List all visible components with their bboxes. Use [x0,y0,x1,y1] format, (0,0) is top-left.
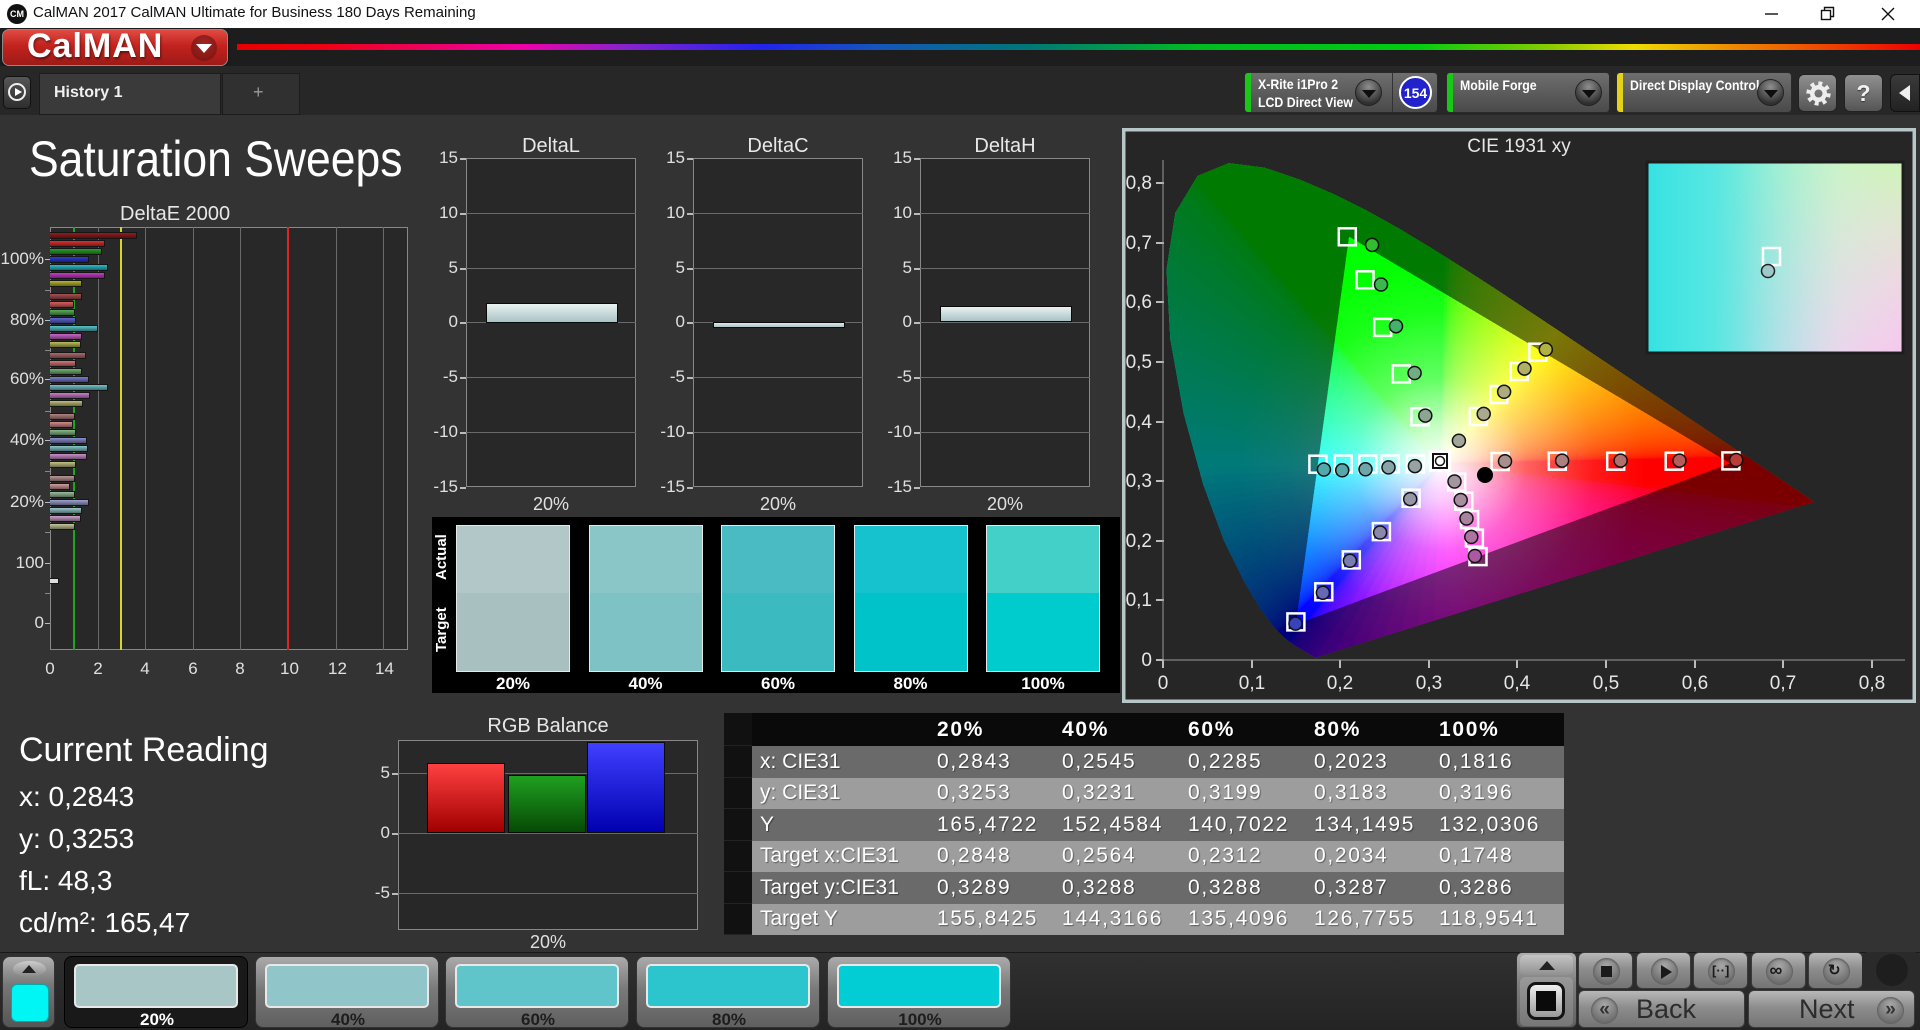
svg-text:0,3: 0,3 [1416,673,1442,694]
svg-text:0: 0 [1158,673,1169,694]
svg-text:0,7: 0,7 [1770,673,1796,694]
svg-text:0,8: 0,8 [1126,173,1152,194]
svg-text:0: 0 [1141,650,1152,671]
svg-text:0,6: 0,6 [1126,292,1152,313]
svg-text:0,7: 0,7 [1126,233,1152,254]
svg-text:0,5: 0,5 [1126,352,1152,373]
svg-text:0,8: 0,8 [1859,673,1885,694]
svg-text:0,6: 0,6 [1682,673,1708,694]
svg-text:CIE 1931 xy: CIE 1931 xy [1467,136,1571,157]
svg-text:0,1: 0,1 [1126,590,1152,611]
svg-text:0,2: 0,2 [1126,531,1152,552]
svg-text:0,3: 0,3 [1126,471,1152,492]
svg-text:0,2: 0,2 [1327,673,1353,694]
svg-text:0,4: 0,4 [1504,673,1531,694]
svg-text:0,4: 0,4 [1126,412,1153,433]
svg-text:0,1: 0,1 [1239,673,1265,694]
svg-text:0,5: 0,5 [1593,673,1619,694]
